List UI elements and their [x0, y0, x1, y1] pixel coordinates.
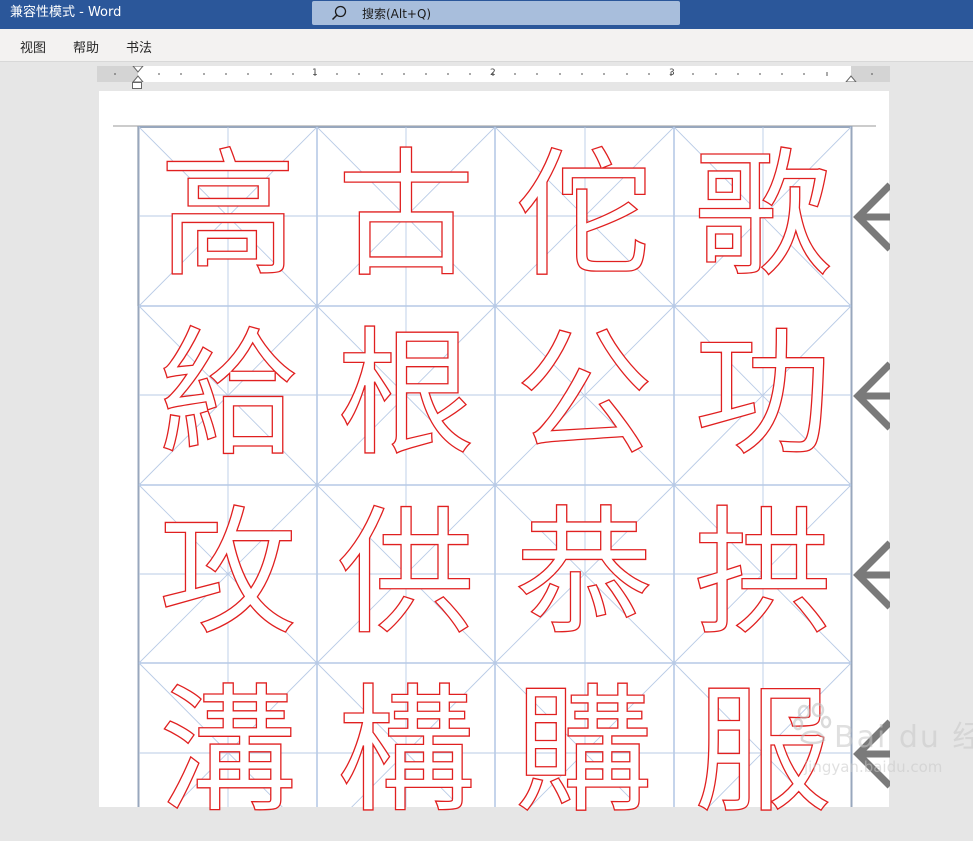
grid-char[interactable]: 購 — [495, 663, 673, 841]
grid-char[interactable]: 高 — [139, 127, 317, 305]
watermark-url: jingyan.baidu.com — [804, 758, 943, 776]
grid-char[interactable]: 溝 — [139, 663, 317, 841]
left-arrow-icon — [853, 540, 890, 610]
ribbon-tab-bar: 视图 帮助 书法 — [0, 29, 973, 62]
window-title: 兼容性模式 - Word — [10, 5, 122, 20]
tab-view[interactable]: 视图 — [20, 37, 46, 56]
grid-char[interactable]: 供 — [317, 485, 495, 663]
grid-char[interactable]: 拱 — [674, 485, 852, 663]
grid-char[interactable]: 功 — [674, 306, 852, 484]
search-icon — [331, 5, 347, 21]
baidu-watermark: Bai du 经验 jingyan.baidu.com — [748, 692, 973, 787]
search-label: 搜索(Alt+Q) — [362, 7, 432, 21]
left-arrow-icon — [853, 182, 890, 252]
grid-char[interactable]: 攻 — [139, 485, 317, 663]
grid-char[interactable]: 公 — [495, 306, 673, 484]
grid-char[interactable]: 根 — [317, 306, 495, 484]
ruler-number-3: 3 — [669, 68, 675, 78]
ruler-number-1: 1 — [312, 68, 318, 78]
grid-char[interactable]: 恭 — [495, 485, 673, 663]
tab-calligraphy[interactable]: 书法 — [126, 37, 152, 56]
title-bar: 兼容性模式 - Word 搜索(Alt+Q) — [0, 0, 973, 29]
left-indent-marker[interactable] — [132, 82, 142, 89]
search-box[interactable]: 搜索(Alt+Q) — [312, 1, 680, 25]
grid-char[interactable]: 構 — [317, 663, 495, 841]
paw-logo-icon — [792, 702, 832, 745]
grid-char[interactable]: 佗 — [495, 127, 673, 305]
grid-char[interactable]: 歌 — [674, 127, 852, 305]
grid-char[interactable]: 給 — [139, 306, 317, 484]
tab-help[interactable]: 帮助 — [73, 37, 99, 56]
watermark-text: Bai du 经验 — [834, 720, 973, 755]
grid-char[interactable]: 古 — [317, 127, 495, 305]
horizontal-ruler[interactable]: 1 2 3 — [97, 66, 890, 82]
left-arrow-icon — [853, 361, 890, 431]
ruler-number-2: 2 — [490, 68, 496, 78]
